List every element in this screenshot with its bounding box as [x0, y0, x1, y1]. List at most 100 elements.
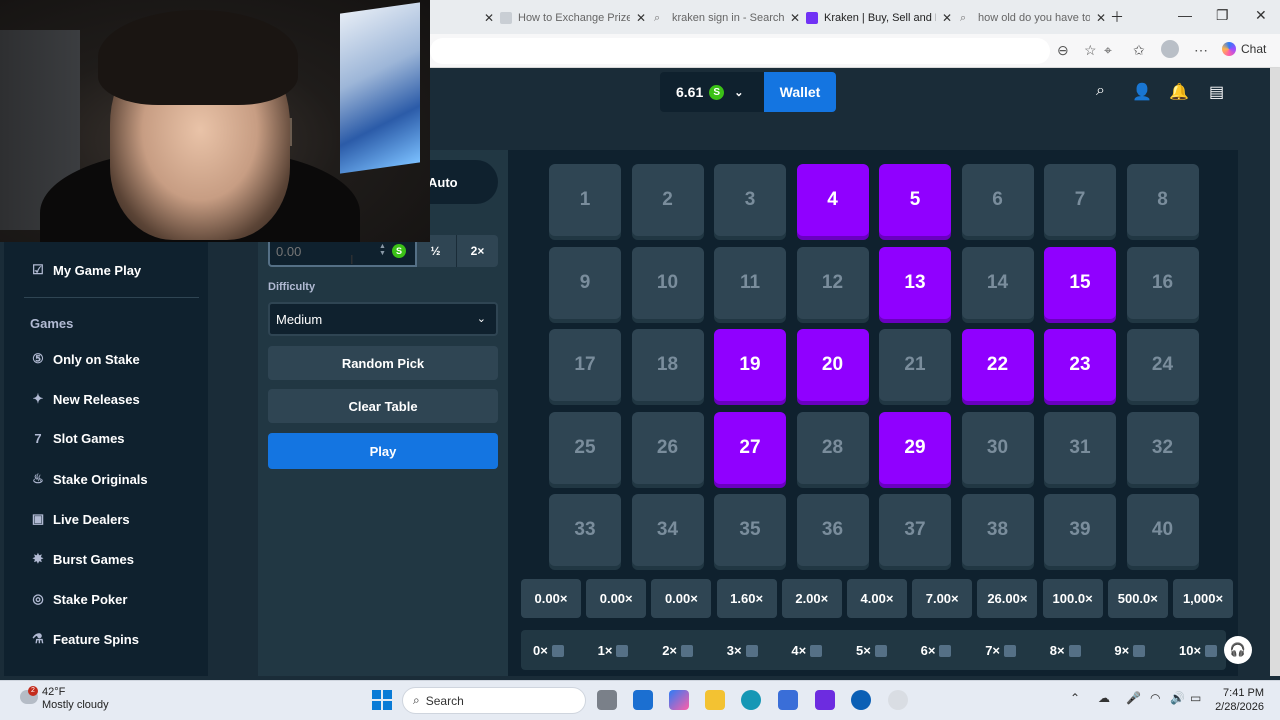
sidebar-item-only-on-stake[interactable]: ⑤ Only on Stake — [30, 351, 140, 367]
wallet-button[interactable]: Wallet — [764, 72, 836, 112]
volume-icon[interactable]: 🔊 — [1170, 691, 1185, 705]
wifi-icon[interactable]: ◠ — [1150, 691, 1160, 705]
favorite-star-icon[interactable]: ☆ — [1084, 42, 1097, 59]
favorites-icon[interactable]: ✩ — [1133, 42, 1145, 59]
keno-tile[interactable]: 20 — [796, 329, 869, 401]
chevron-up-icon[interactable]: ⌃ — [1070, 691, 1080, 705]
keno-tile[interactable]: 18 — [631, 329, 704, 401]
keno-tile[interactable]: 36 — [796, 494, 869, 566]
microphone-icon[interactable]: 🎤 — [1126, 691, 1141, 705]
taskbar-clock[interactable]: 7:41 PM 2/28/2026 — [1212, 686, 1264, 714]
notifications-icon[interactable]: 🔔 — [1169, 82, 1189, 102]
keno-tile[interactable]: 28 — [796, 411, 869, 484]
close-icon[interactable]: ✕ — [1096, 11, 1106, 25]
taskbar-search[interactable]: ⌕ Search — [402, 687, 586, 714]
random-pick-button[interactable]: Random Pick — [268, 346, 498, 380]
app-icon[interactable] — [815, 690, 835, 710]
keno-tile[interactable]: 1 — [549, 164, 621, 236]
keno-tile[interactable]: 27 — [714, 411, 786, 484]
keno-tile[interactable]: 34 — [631, 494, 704, 566]
keno-tile[interactable]: 26 — [631, 411, 704, 484]
keno-tile[interactable]: 22 — [961, 329, 1034, 401]
copilot-app-icon[interactable] — [669, 690, 689, 710]
keno-tile[interactable]: 14 — [961, 246, 1034, 319]
sidebar-item-my-game-play[interactable]: ☑ My Game Play — [30, 262, 141, 278]
keno-tile[interactable]: 12 — [796, 246, 869, 319]
close-icon[interactable]: ✕ — [484, 11, 494, 25]
browser-tab-4[interactable]: ⌕ how old do you have to ✕ — [954, 4, 1106, 32]
profile-avatar[interactable] — [1161, 40, 1179, 58]
keno-tile[interactable]: 9 — [549, 246, 621, 319]
keno-tile[interactable]: 29 — [879, 411, 951, 484]
sidebar-item-burst-games[interactable]: ✸ Burst Games — [30, 551, 134, 567]
outlook-icon[interactable] — [633, 690, 653, 710]
browser-tab-2[interactable]: ⌕ kraken sign in - Search ✕ — [648, 4, 800, 32]
keno-tile[interactable]: 38 — [961, 494, 1034, 566]
keno-tile[interactable]: 39 — [1044, 494, 1116, 566]
keno-tile[interactable]: 32 — [1126, 411, 1199, 484]
stepper-icon[interactable]: ▲ ▼ — [379, 243, 386, 257]
browser-tab-3[interactable]: Kraken | Buy, Sell and M ✕ — [800, 4, 952, 32]
close-icon[interactable]: ✕ — [790, 11, 800, 25]
keno-tile[interactable]: 10 — [631, 246, 704, 319]
sidebar-item-stake-originals[interactable]: ♨ Stake Originals — [30, 471, 147, 487]
keno-tile[interactable]: 30 — [961, 411, 1034, 484]
location-icon[interactable]: ⌖ — [1104, 42, 1112, 59]
keno-tile[interactable]: 11 — [714, 246, 786, 319]
keno-tile[interactable]: 40 — [1126, 494, 1199, 566]
keno-tile[interactable]: 4 — [796, 164, 869, 236]
onedrive-icon[interactable]: ☁ — [1098, 691, 1110, 705]
task-view-icon[interactable] — [597, 690, 617, 710]
balance-dropdown[interactable]: 6.61 S ⌄ — [660, 72, 764, 112]
keno-tile[interactable]: 7 — [1044, 164, 1116, 236]
support-headset-icon[interactable]: 🎧 — [1224, 636, 1252, 664]
settings-icon[interactable] — [888, 690, 908, 710]
keno-tile[interactable]: 15 — [1044, 246, 1116, 319]
keno-tile[interactable]: 2 — [631, 164, 704, 236]
keno-tile[interactable]: 13 — [879, 246, 951, 319]
copilot-chat-button[interactable]: Chat — [1222, 42, 1266, 56]
keno-tile[interactable]: 8 — [1126, 164, 1199, 236]
keno-tile[interactable]: 24 — [1126, 329, 1199, 401]
keno-tile[interactable]: 19 — [714, 329, 786, 401]
difficulty-select[interactable]: Medium ⌄ — [268, 302, 498, 336]
search-icon[interactable]: ⌕ — [1096, 82, 1105, 100]
double-bet-button[interactable]: 2× — [456, 235, 498, 267]
clear-table-button[interactable]: Clear Table — [268, 389, 498, 423]
more-icon[interactable]: ⋯ — [1194, 42, 1208, 59]
keno-tile[interactable]: 3 — [714, 164, 786, 236]
keno-tile[interactable]: 23 — [1044, 329, 1116, 401]
keno-tile[interactable]: 21 — [879, 329, 951, 401]
keno-tile[interactable]: 5 — [879, 164, 951, 236]
close-window-icon[interactable]: ✕ — [1255, 7, 1267, 24]
keno-tile[interactable]: 37 — [879, 494, 951, 566]
address-bar[interactable] — [430, 38, 1050, 64]
keno-tile[interactable]: 17 — [549, 329, 621, 401]
reading-icon[interactable]: ⊖ — [1057, 42, 1069, 59]
user-icon[interactable]: 👤 — [1132, 82, 1152, 102]
hp-icon[interactable] — [851, 690, 871, 710]
keno-tile[interactable]: 35 — [714, 494, 786, 566]
sidebar-item-new-releases[interactable]: ✦ New Releases — [30, 391, 140, 407]
sidebar-item-stake-poker[interactable]: ◎ Stake Poker — [30, 591, 127, 607]
keno-tile[interactable]: 33 — [549, 494, 621, 566]
sidebar-item-live-dealers[interactable]: ▣ Live Dealers — [30, 511, 130, 527]
battery-icon[interactable]: ▭ — [1190, 691, 1201, 705]
store-icon[interactable] — [778, 690, 798, 710]
tab-close-prev[interactable]: ✕ — [472, 4, 494, 32]
minimize-icon[interactable]: — — [1178, 7, 1192, 23]
keno-tile[interactable]: 25 — [549, 411, 621, 484]
keno-tile[interactable]: 31 — [1044, 411, 1116, 484]
file-explorer-icon[interactable] — [705, 690, 725, 710]
close-icon[interactable]: ✕ — [636, 11, 646, 25]
windows-start-icon[interactable] — [372, 690, 392, 710]
sidebar-item-feature-spins[interactable]: ⚗ Feature Spins — [30, 631, 139, 647]
chat-icon[interactable]: ▤ — [1209, 82, 1224, 102]
keno-tile[interactable]: 16 — [1126, 246, 1199, 319]
keno-tile[interactable]: 6 — [961, 164, 1034, 236]
page-scrollbar[interactable] — [1270, 68, 1280, 676]
close-icon[interactable]: ✕ — [942, 11, 952, 25]
edge-icon[interactable] — [741, 690, 761, 710]
sidebar-item-slot-games[interactable]: 7 Slot Games — [30, 431, 124, 446]
restore-icon[interactable]: ❐ — [1216, 7, 1229, 24]
